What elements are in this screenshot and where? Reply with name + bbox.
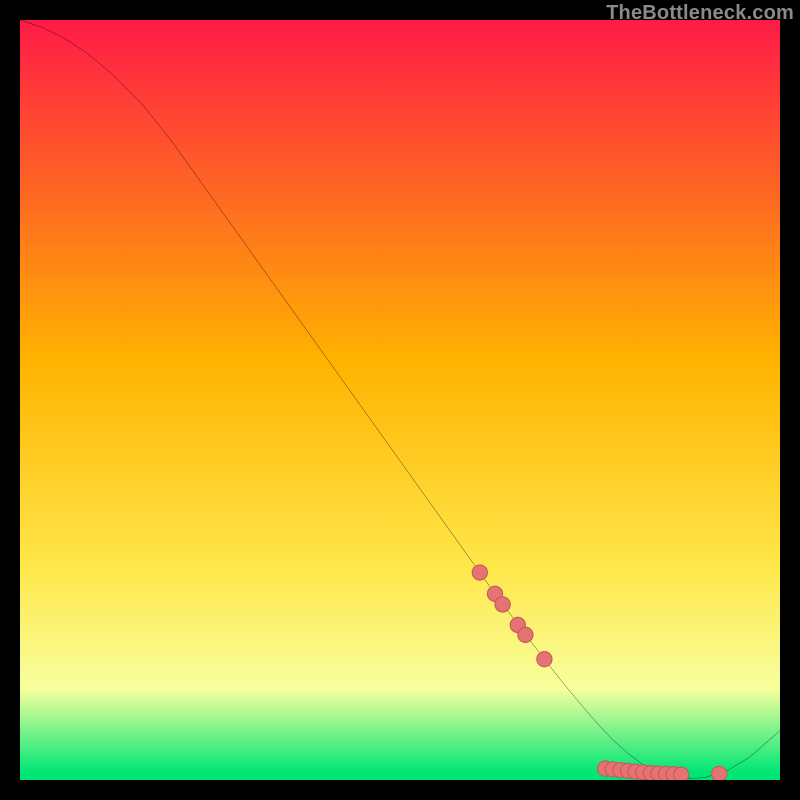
gradient-background [20, 20, 780, 780]
data-marker [674, 767, 689, 780]
data-marker [518, 627, 533, 642]
chart-stage: TheBottleneck.com [0, 0, 800, 800]
data-marker [537, 652, 552, 667]
bottleneck-plot [20, 20, 780, 780]
data-marker [712, 766, 727, 780]
data-marker [472, 565, 487, 580]
data-marker [495, 597, 510, 612]
